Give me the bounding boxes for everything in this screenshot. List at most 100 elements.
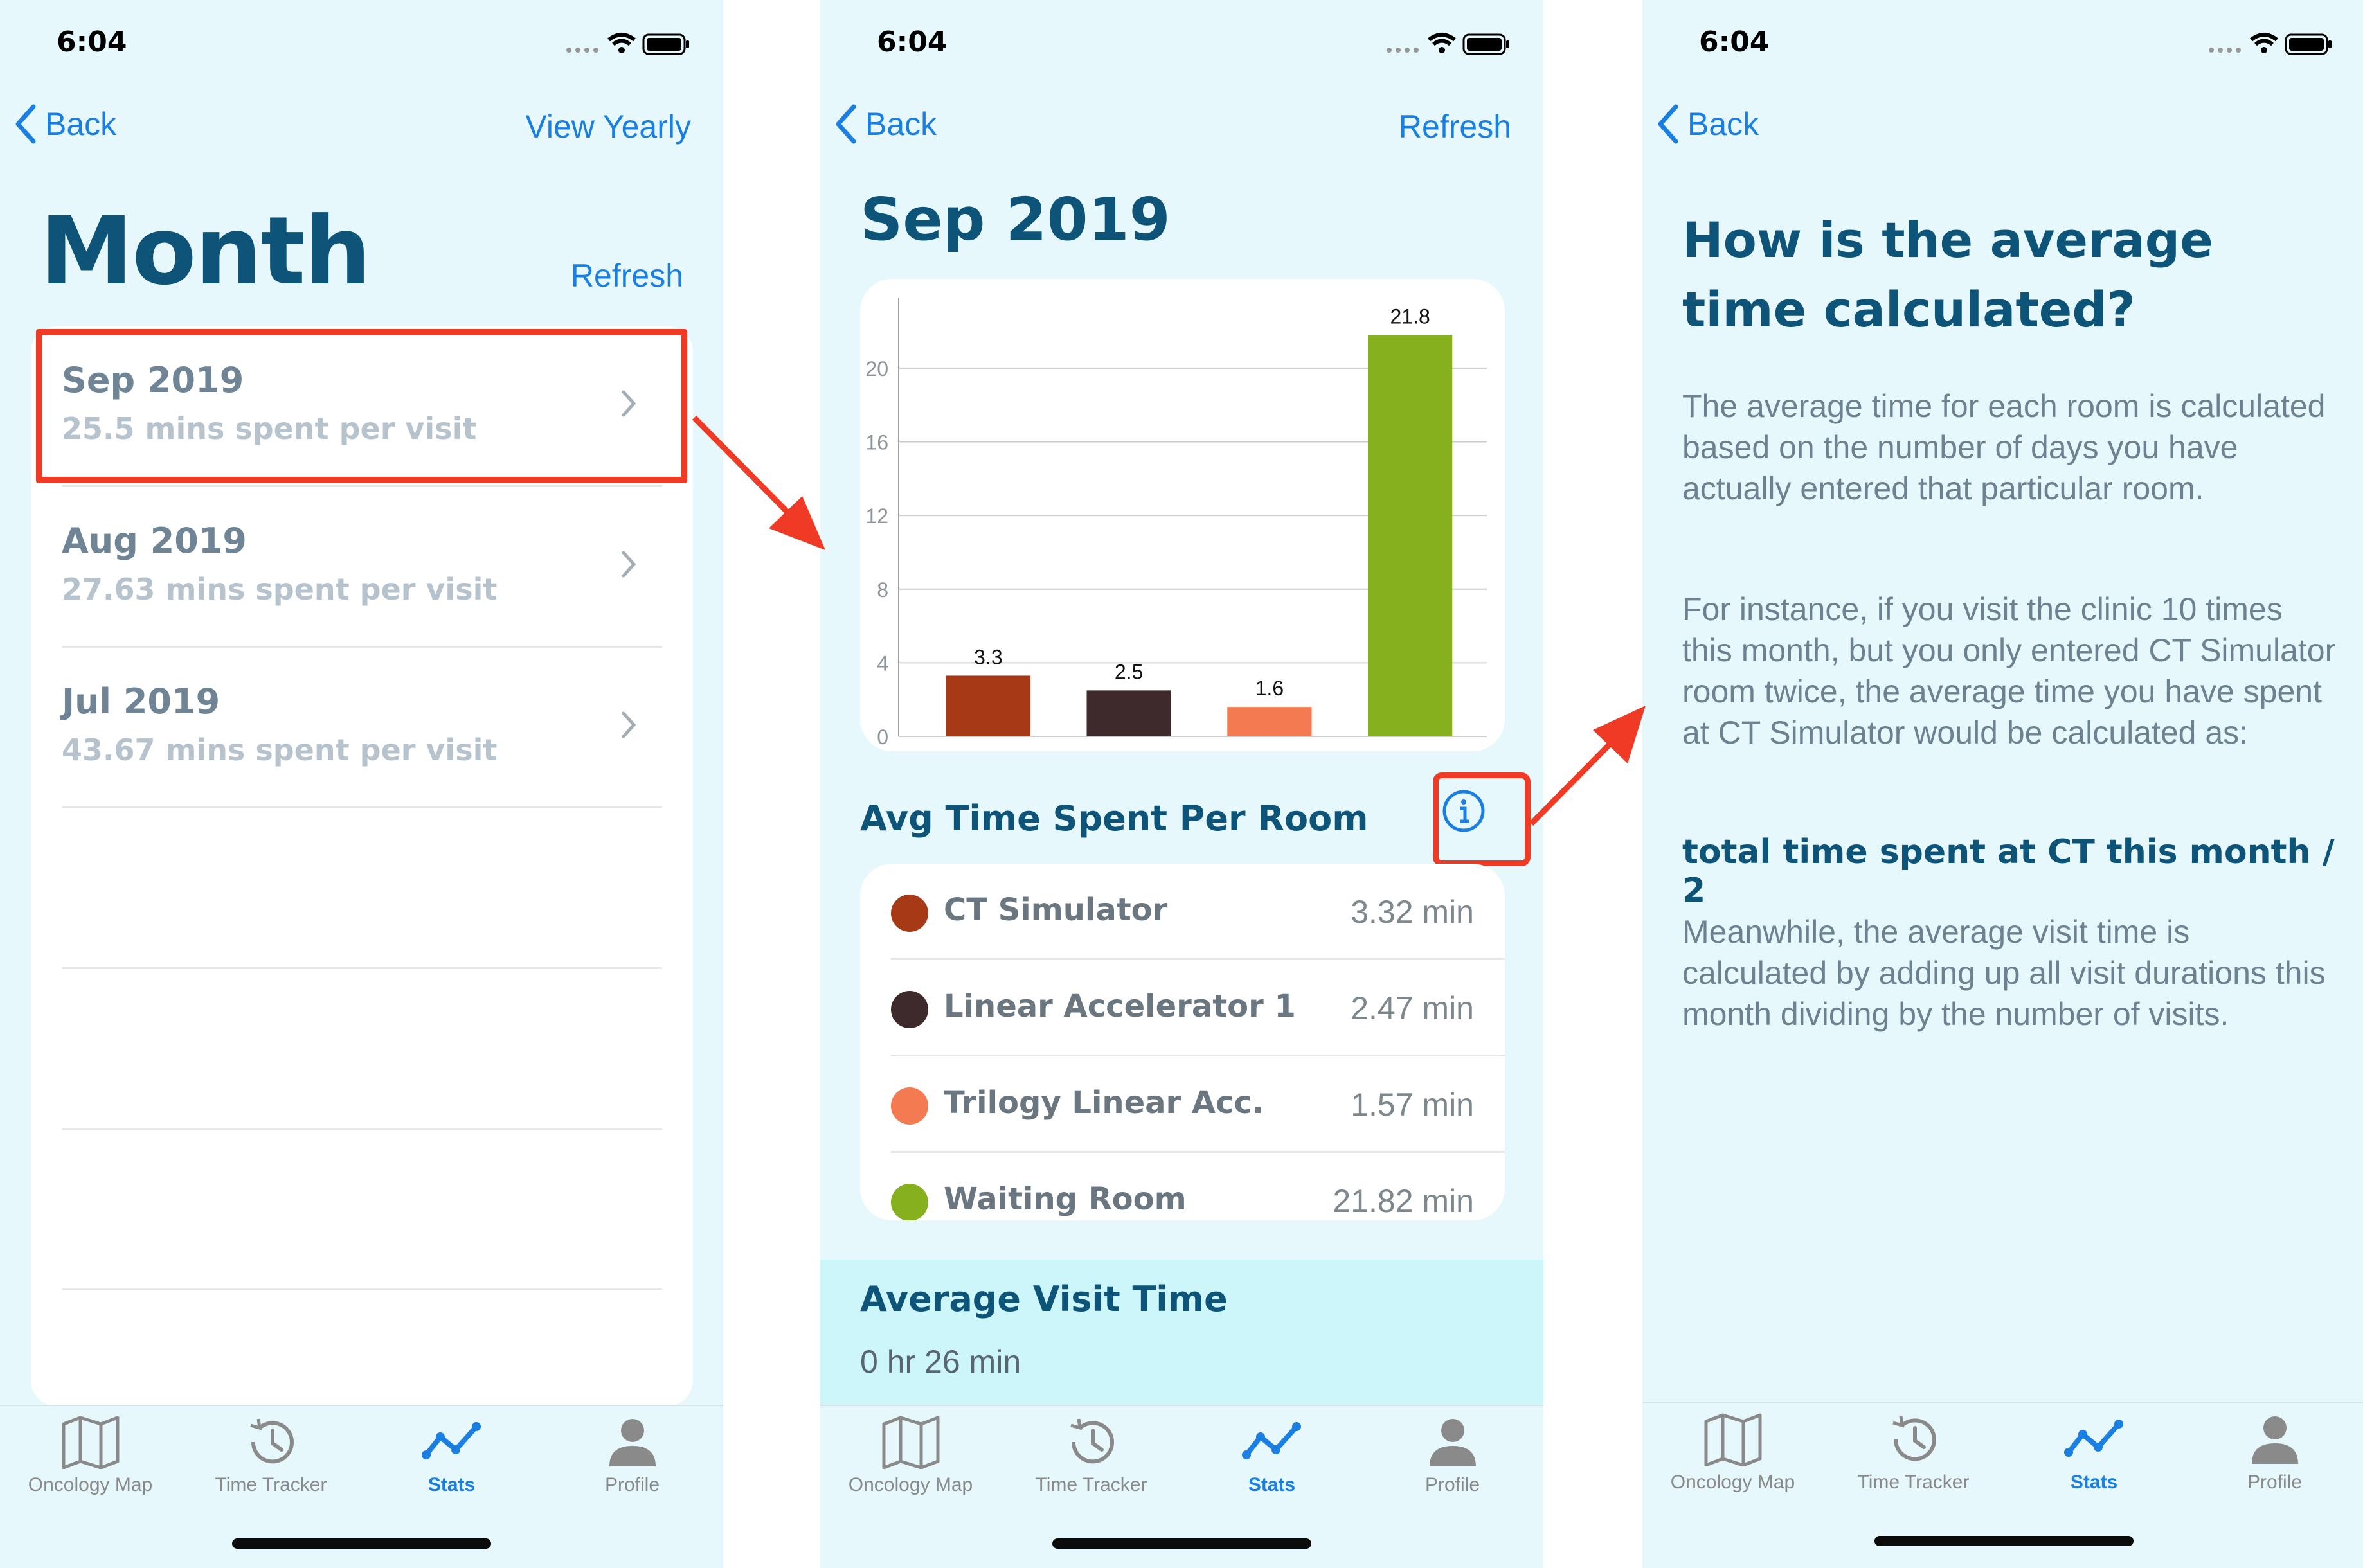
bar-chart-card: 0 4 8 12 16 20 3.3 2.5 1.6 21.8 xyxy=(860,279,1505,751)
month-title: Aug 2019 xyxy=(62,521,247,561)
signal-wifi-battery-icon xyxy=(2209,33,2332,55)
empty-row xyxy=(62,969,662,1130)
y-tick-label: 4 xyxy=(877,652,888,675)
map-icon xyxy=(882,1416,939,1469)
highlight-box xyxy=(36,329,687,483)
y-tick-label: 16 xyxy=(865,431,888,454)
tab-label: Oncology Map xyxy=(28,1474,153,1495)
map-icon xyxy=(1704,1413,1761,1466)
page-title: Month xyxy=(40,197,371,306)
tab-label: Oncology Map xyxy=(848,1474,973,1495)
status-bar: 6:04 xyxy=(0,0,723,84)
back-label: Back xyxy=(1687,106,1759,142)
average-visit-paragraph: Meanwhile, the average visit time is cal… xyxy=(1682,914,2326,1032)
page-title: How is the average time calculated? xyxy=(1682,211,2213,338)
back-button[interactable]: Back xyxy=(834,104,937,144)
empty-row xyxy=(62,808,662,969)
month-detail-screen: 6:04 Back Refresh Sep 2019 0 4 8 12 16 20 3.3 2… xyxy=(820,0,1543,1568)
tab-oncology-map[interactable]: Oncology Map xyxy=(1642,1412,1823,1509)
tab-label: Time Tracker xyxy=(1857,1472,1970,1493)
history-icon xyxy=(1892,1416,1936,1461)
history-icon xyxy=(1070,1418,1114,1464)
room-value: 1.57 min xyxy=(1351,1087,1474,1123)
legend-dot xyxy=(891,1087,928,1125)
home-indicator xyxy=(232,1538,491,1549)
info-screen: 6:04 Back How is the average time calcul… xyxy=(1642,0,2363,1568)
chevron-left-icon xyxy=(15,104,36,144)
bar xyxy=(1368,335,1453,736)
tab-stats[interactable]: Stats xyxy=(2004,1412,2184,1509)
tab-profile[interactable]: Profile xyxy=(542,1415,723,1511)
room-row: Trilogy Linear Acc. 1.57 min xyxy=(891,1056,1505,1153)
month-row-aug-2019[interactable]: Aug 2019 27.63 mins spent per visit xyxy=(62,487,662,648)
chevron-left-icon xyxy=(836,104,856,144)
tab-time-tracker[interactable]: Time Tracker xyxy=(1823,1412,2004,1509)
home-indicator xyxy=(1052,1538,1311,1549)
room-row: Waiting Room 21.82 min xyxy=(891,1153,1505,1220)
back-label: Back xyxy=(865,106,937,142)
nav-bar: Back Refresh xyxy=(820,96,1543,161)
legend-dot xyxy=(891,1184,928,1220)
back-button[interactable]: Back xyxy=(1657,104,1759,144)
tab-profile[interactable]: Profile xyxy=(2184,1412,2363,1509)
tab-label: Profile xyxy=(1424,1474,1480,1495)
tab-label: Stats xyxy=(2070,1472,2118,1493)
average-visit-panel: Average Visit Time 0 hr 26 min xyxy=(820,1260,1543,1409)
bar-value-label: 1.6 xyxy=(1255,677,1284,700)
tab-label: Time Tracker xyxy=(215,1474,327,1495)
tab-stats[interactable]: Stats xyxy=(1182,1415,1362,1511)
chevron-right-icon xyxy=(622,551,636,578)
person-icon xyxy=(1429,1419,1476,1466)
room-list: CT Simulator 3.32 min Linear Accelerator… xyxy=(860,864,1505,1220)
month-row-jul-2019[interactable]: Jul 2019 43.67 mins spent per visit xyxy=(62,648,662,808)
average-visit-title: Average Visit Time xyxy=(860,1279,1228,1319)
map-icon xyxy=(62,1416,119,1469)
month-list: Sep 2019 25.5 mins spent per visit Aug 2… xyxy=(31,326,693,1406)
month-title: Jul 2019 xyxy=(62,681,220,722)
tab-label: Oncology Map xyxy=(1670,1472,1795,1493)
explanation-paragraph: The average time for each room is calcul… xyxy=(1682,388,2326,506)
tab-time-tracker[interactable]: Time Tracker xyxy=(181,1415,361,1511)
legend-dot xyxy=(891,991,928,1028)
stats-icon xyxy=(1241,1422,1301,1459)
signal-wifi-battery-icon xyxy=(1387,33,1509,55)
tab-oncology-map[interactable]: Oncology Map xyxy=(0,1415,181,1511)
chevron-left-icon xyxy=(1658,104,1678,144)
room-row: Linear Accelerator 1 2.47 min xyxy=(891,960,1505,1056)
y-tick-label: 0 xyxy=(877,726,888,749)
bar-value-label: 21.8 xyxy=(1390,305,1430,328)
room-name: Waiting Room xyxy=(944,1181,1187,1217)
room-name: Trilogy Linear Acc. xyxy=(944,1085,1264,1121)
bar-value-label: 3.3 xyxy=(974,645,1002,668)
tab-label: Time Tracker xyxy=(1035,1474,1147,1495)
y-tick-label: 8 xyxy=(877,578,888,601)
tab-profile[interactable]: Profile xyxy=(1362,1415,1543,1511)
refresh-button[interactable]: Refresh xyxy=(1399,108,1511,145)
refresh-button[interactable]: Refresh xyxy=(571,257,683,294)
nav-bar: Back xyxy=(1642,96,2363,161)
room-name: Linear Accelerator 1 xyxy=(944,988,1296,1024)
bar xyxy=(1086,690,1171,736)
y-tick-label: 12 xyxy=(865,504,888,528)
formula-text: total time spent at CT this month / 2 xyxy=(1682,833,2335,910)
status-time: 6:04 xyxy=(1699,26,1770,58)
empty-row xyxy=(62,1130,662,1290)
view-yearly-button[interactable]: View Yearly xyxy=(525,108,691,145)
highlight-box xyxy=(1433,772,1531,866)
section-title: Avg Time Spent Per Room xyxy=(860,798,1369,839)
room-value: 2.47 min xyxy=(1351,990,1474,1026)
tab-stats[interactable]: Stats xyxy=(361,1415,542,1511)
bar xyxy=(946,675,1030,736)
status-bar: 6:04 xyxy=(820,0,1543,84)
tab-oncology-map[interactable]: Oncology Map xyxy=(820,1415,1001,1511)
status-time: 6:04 xyxy=(877,26,948,58)
arrow-icon xyxy=(1529,706,1646,826)
signal-wifi-battery-icon xyxy=(566,33,689,55)
nav-bar: Back View Yearly xyxy=(0,96,723,161)
room-name: CT Simulator xyxy=(944,892,1168,928)
tab-time-tracker[interactable]: Time Tracker xyxy=(1001,1415,1182,1511)
back-button[interactable]: Back xyxy=(14,104,116,144)
y-tick-label: 20 xyxy=(865,357,888,380)
tab-label: Profile xyxy=(604,1474,660,1495)
back-label: Back xyxy=(45,106,117,142)
